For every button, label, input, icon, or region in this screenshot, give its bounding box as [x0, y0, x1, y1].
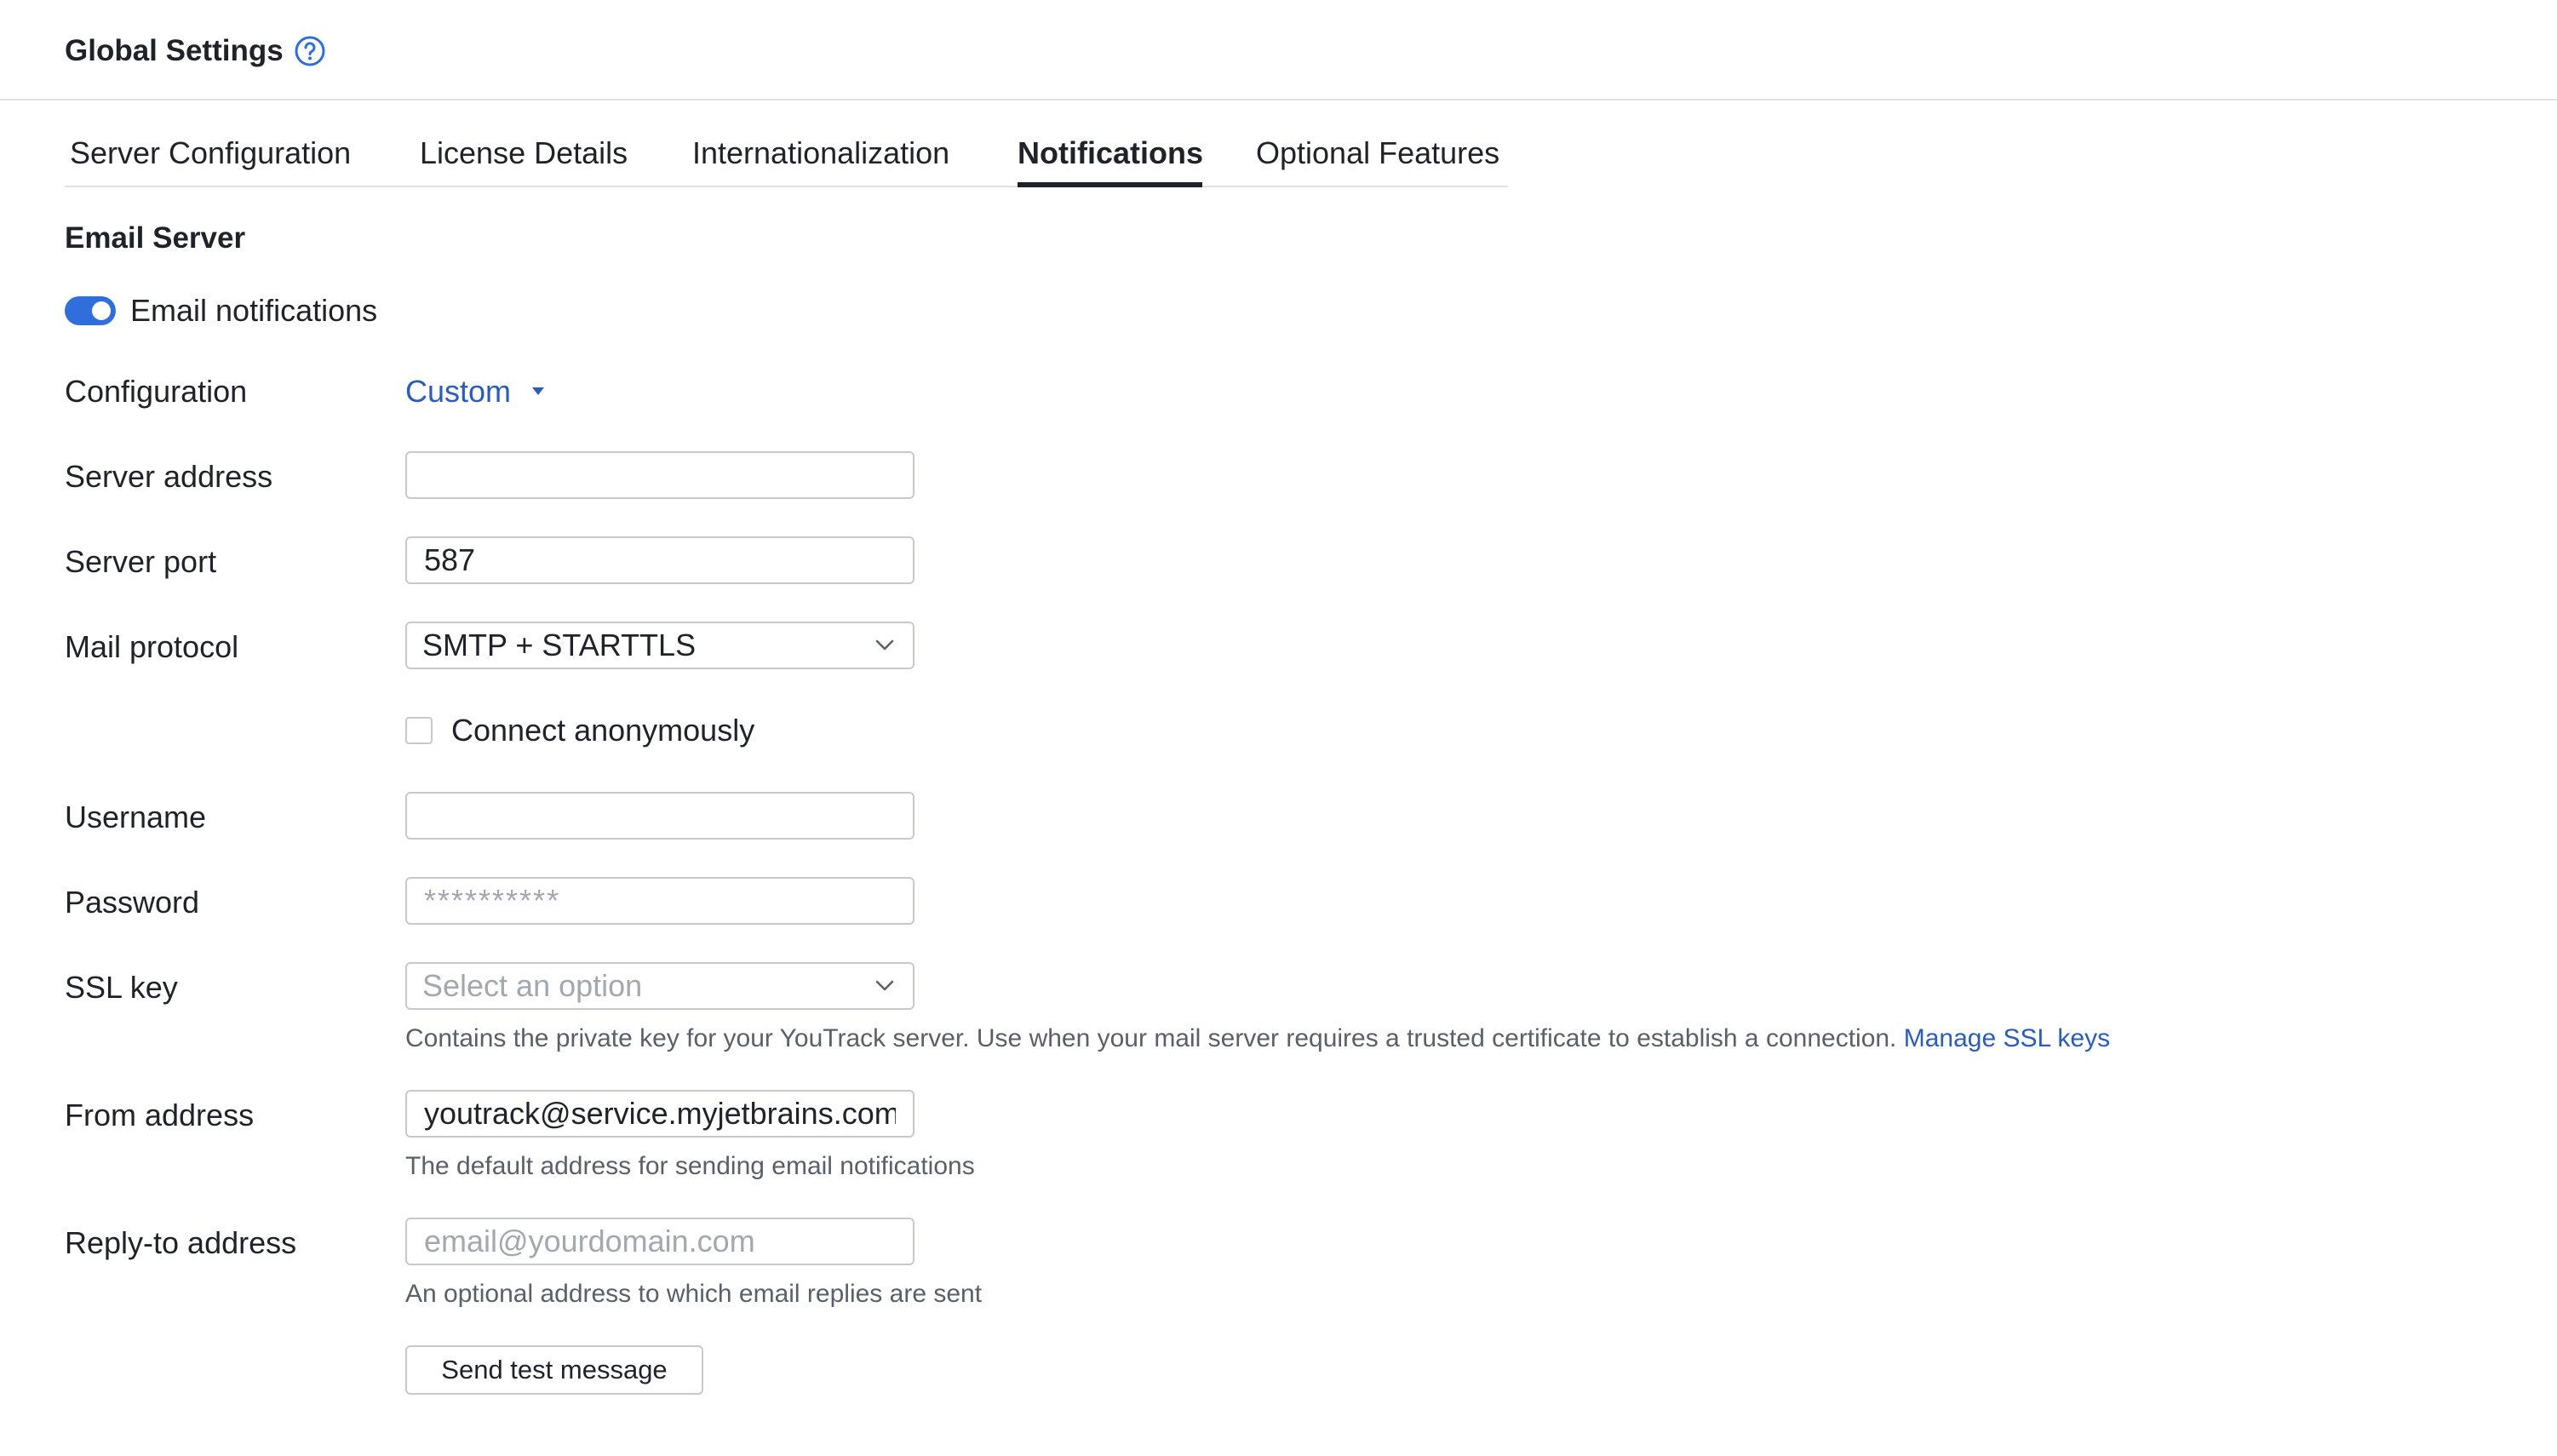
from-address-hint: The default address for sending email no…	[405, 1152, 975, 1180]
tab-license-details[interactable]: License Details	[420, 135, 628, 172]
page-header: Global Settings	[0, 0, 2557, 100]
connect-anonymously-checkbox[interactable]	[405, 717, 433, 744]
toggle-knob	[92, 301, 111, 320]
chevron-down-icon	[875, 639, 894, 651]
manage-ssl-keys-link[interactable]: Manage SSL keys	[1904, 1024, 2110, 1052]
configuration-label: Configuration	[65, 374, 248, 409]
server-port-input[interactable]	[405, 536, 914, 584]
ssl-key-hint: Contains the private key for your YouTra…	[405, 1022, 2110, 1056]
ssl-key-placeholder: Select an option	[422, 968, 643, 1003]
chevron-down-icon	[875, 980, 894, 991]
from-address-input[interactable]	[405, 1090, 914, 1138]
reply-to-address-input[interactable]	[405, 1218, 914, 1265]
page-title: Global Settings	[65, 34, 284, 67]
password-input[interactable]	[405, 877, 914, 925]
question-circle-icon[interactable]	[293, 34, 327, 68]
tab-internationalization[interactable]: Internationalization	[692, 135, 949, 172]
tab-bar: Server Configuration License Details Int…	[65, 128, 1508, 187]
settings-page: Global Settings Server Configuration Lic…	[0, 0, 2557, 1456]
active-tab-indicator	[1018, 182, 1202, 187]
mail-protocol-label: Mail protocol	[65, 629, 239, 664]
server-address-input[interactable]	[405, 451, 914, 499]
server-port-label: Server port	[65, 544, 217, 579]
tab-optional-features[interactable]: Optional Features	[1256, 135, 1499, 172]
ssl-key-hint-text: Contains the private key for your YouTra…	[405, 1024, 1897, 1052]
mail-protocol-value: SMTP + STARTTLS	[422, 628, 697, 662]
username-label: Username	[65, 800, 207, 834]
from-address-label: From address	[65, 1098, 255, 1132]
tab-notifications[interactable]: Notifications	[1018, 135, 1203, 172]
reply-to-address-hint: An optional address to which email repli…	[405, 1280, 983, 1308]
ssl-key-label: SSL key	[65, 970, 178, 1005]
email-notifications-label: Email notifications	[130, 293, 378, 328]
section-title: Email Server	[65, 221, 246, 255]
tab-server-configuration[interactable]: Server Configuration	[70, 135, 351, 172]
username-input[interactable]	[405, 792, 914, 840]
caret-down-icon[interactable]	[531, 387, 545, 397]
connect-anonymously-label: Connect anonymously	[451, 713, 755, 748]
email-notifications-toggle[interactable]	[65, 296, 116, 325]
server-address-label: Server address	[65, 459, 273, 494]
send-test-message-button[interactable]: Send test message	[405, 1345, 703, 1395]
configuration-dropdown[interactable]: Custom	[405, 373, 511, 410]
mail-protocol-select[interactable]: SMTP + STARTTLS	[405, 622, 914, 669]
password-label: Password	[65, 885, 200, 920]
ssl-key-select[interactable]: Select an option	[405, 962, 914, 1010]
reply-to-address-label: Reply-to address	[65, 1225, 297, 1260]
